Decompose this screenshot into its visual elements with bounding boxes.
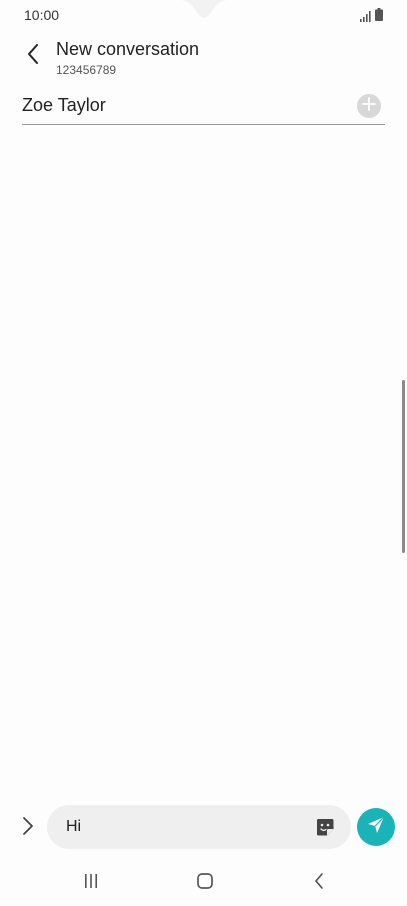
recents-icon [83, 873, 99, 894]
back-button[interactable] [18, 40, 48, 72]
message-text[interactable]: Hi [66, 818, 81, 836]
recipient-name[interactable]: Zoe Taylor [22, 95, 106, 116]
chevron-right-icon [22, 816, 34, 841]
recipient-number: 123456789 [56, 63, 117, 77]
home-icon [196, 872, 214, 895]
battery-icon [375, 8, 383, 26]
page-title: New conversation [56, 39, 200, 59]
home-button[interactable] [190, 872, 220, 894]
system-navigation-bar [0, 860, 407, 906]
plus-icon [362, 96, 376, 116]
add-recipient-button[interactable] [357, 94, 381, 118]
sticker-icon[interactable] [315, 817, 335, 837]
expand-options-button[interactable] [17, 815, 39, 841]
signal-icon [360, 9, 372, 27]
send-button[interactable] [357, 808, 395, 846]
status-bar: 10:00 [0, 0, 407, 30]
recipient-field[interactable]: Zoe Taylor [22, 90, 385, 125]
camera-notch [180, 0, 228, 22]
scrollbar[interactable] [402, 380, 405, 553]
back-icon [313, 872, 325, 895]
send-icon [366, 815, 386, 840]
chevron-left-icon [26, 43, 40, 70]
status-time: 10:00 [24, 7, 60, 23]
nav-back-button[interactable] [304, 872, 334, 894]
recents-button[interactable] [76, 872, 106, 894]
conversation-header: New conversation 123456789 [56, 38, 199, 77]
message-input[interactable]: Hi [47, 805, 351, 849]
